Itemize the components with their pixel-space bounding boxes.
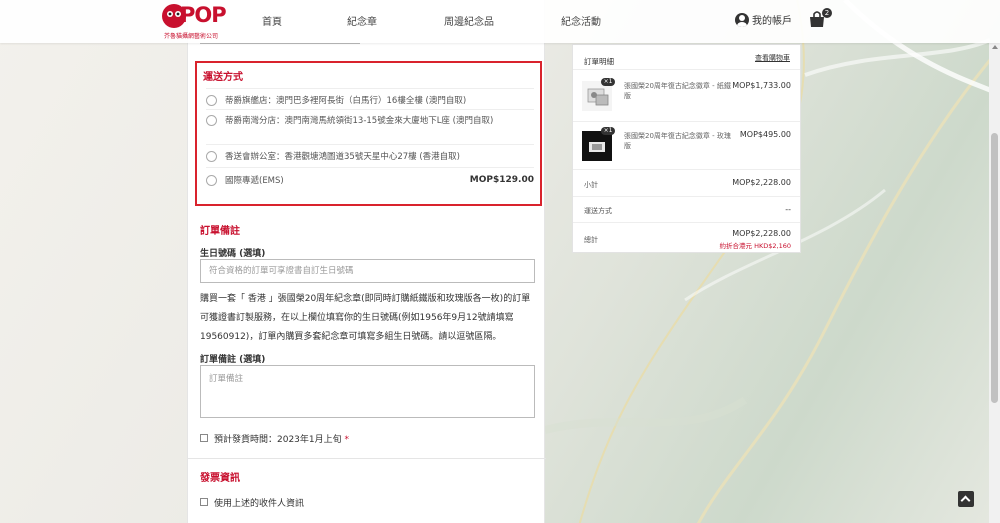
quantity-badge: ×1 [601,127,615,135]
account-label: 我的帳戶 [752,16,792,27]
user-icon [735,12,749,27]
account-link[interactable]: 我的帳戶 [735,12,792,27]
shipping-method-section: 運送方式 蒂爵旗艦店：澳門巴多裡阿長街（白馬行）16樓全樓 (澳門自取) 蒂爵南… [195,61,542,206]
shipping-option-label: 蒂爵旗艦店：澳門巴多裡阿長街（白馬行）16樓全樓 (澳門自取) [225,96,467,106]
radio-button[interactable] [206,115,217,126]
site-header: POP 芥魯貓攝網藝術公司 首頁 紀念章 周邊紀念品 紀念活動 我的帳戶 2 [0,0,1000,43]
order-summary: 訂單明細 查看購物車 ×1 張國榮20周年復古紀念徽章 - 紙鐵版 MOP$1,… [572,44,801,253]
shipping-label: 運送方式 [584,207,612,215]
total-row: 總計 MOP$2,228.00 約折合港元 HKD$2,160 [573,222,800,253]
summary-item: ×1 張國榮20周年復古紀念徽章 - 紙鐵版 MOP$1,733.00 [573,69,800,121]
ship-time-text: 預計發貨時間：2023年1月上旬 [214,435,342,445]
checkout-form: 運送方式 蒂爵旗艦店：澳門巴多裡阿長街（白馬行）16樓全樓 (澳門自取) 蒂爵南… [187,0,546,523]
product-thumbnail [582,131,612,161]
subtotal-label: 小計 [584,181,598,189]
order-notes-title: 訂單備註 [200,226,240,237]
birthday-number-label: 生日號碼 (選填) [200,249,266,259]
radio-button[interactable] [206,151,217,162]
ship-time-label: 預計發貨時間：2023年1月上旬 * [214,432,349,445]
scroll-up-arrow-icon[interactable] [992,45,998,49]
shipping-row: 運送方式 -- [573,196,800,222]
product-price: MOP$495.00 [739,130,791,139]
logo-subtitle: 芥魯貓攝網藝術公司 [164,33,219,40]
product-price: MOP$1,733.00 [732,81,791,90]
product-name: 張國榮20周年復古紀念徽章 - 玫瑰版 [624,132,731,150]
radio-button[interactable] [206,175,217,186]
nav-badges[interactable]: 紀念章 [347,13,377,28]
total-label: 總計 [584,236,598,244]
summary-title: 訂單明細 [584,57,614,66]
shipping-option-label: 香送會辦公室：香港觀塘鴻圖道35號天星中心27樓 (香港自取) [225,152,460,162]
subtotal-row: 小計 MOP$2,228.00 [573,169,800,196]
quantity-badge: ×1 [601,78,615,86]
subtotal-value: MOP$2,228.00 [732,178,791,187]
shipping-option-ems[interactable]: 國際專遞(EMS) MOP$129.00 [206,168,534,192]
view-cart-link[interactable]: 查看購物車 [755,53,790,63]
summary-item: ×1 張國榮20周年復古紀念徽章 - 玫瑰版 MOP$495.00 [573,121,800,169]
use-above-checkbox[interactable] [200,498,208,506]
nav-events[interactable]: 紀念活動 [561,13,601,28]
radio-button[interactable] [206,95,217,106]
required-mark: * [344,435,350,445]
nav-merch[interactable]: 周邊紀念品 [444,13,494,28]
order-note-textarea[interactable]: 訂單備註 [200,365,535,418]
shipping-options: 蒂爵旗艦店：澳門巴多裡阿長街（白馬行）16樓全樓 (澳門自取) 蒂爵南灣分店：澳… [206,88,534,192]
shipping-option-hk-office[interactable]: 香送會辦公室：香港觀塘鴻圖道35號天星中心27樓 (香港自取) [206,145,534,168]
page-scrollbar[interactable] [989,43,1000,523]
shipping-option-flagship[interactable]: 蒂爵旗艦店：澳門巴多裡阿長街（白馬行）16樓全樓 (澳門自取) [206,88,534,110]
shipping-option-price: MOP$129.00 [469,175,534,185]
shipping-title: 運送方式 [203,72,243,83]
total-hkd-note: 約折合港元 HKD$2,160 [719,242,791,250]
cart-count-badge: 2 [822,8,832,18]
total-value: MOP$2,228.00 [732,229,791,238]
shipping-option-label: 國際專遞(EMS) [225,176,284,186]
order-note-label: 訂單備註 (選填) [200,355,266,365]
nav-home[interactable]: 首頁 [262,13,282,28]
logo-wordmark: POP [180,3,227,27]
shipping-value: -- [785,205,791,214]
certificate-info-text: 購買一套「 香港 」張國榮20周年紀念章(即同時訂購紙鐵版和玫瑰版各一枚)的訂單… [200,294,531,342]
ship-time-checkbox[interactable] [200,434,208,442]
product-name: 張國榮20周年復古紀念徽章 - 紙鐵版 [624,82,731,100]
birthday-number-input[interactable]: 符合資格的訂單可享證書自訂生日號碼 [200,259,535,283]
scrollbar-thumb[interactable] [991,133,998,403]
shipping-option-label: 蒂爵南灣分店：澳門南灣馬統領街13-15號金來大廈地下L座 (澳門自取) [225,116,494,126]
site-logo[interactable]: POP 芥魯貓攝網藝術公司 [160,0,232,42]
shipping-option-nam-van[interactable]: 蒂爵南灣分店：澳門南灣馬統領街13-15號金來大廈地下L座 (澳門自取) [206,110,534,145]
section-divider [188,458,546,459]
invoice-title: 發票資訊 [200,473,240,484]
use-above-label: 使用上述的收件人資訊 [214,499,305,509]
back-to-top-button[interactable] [958,491,974,507]
